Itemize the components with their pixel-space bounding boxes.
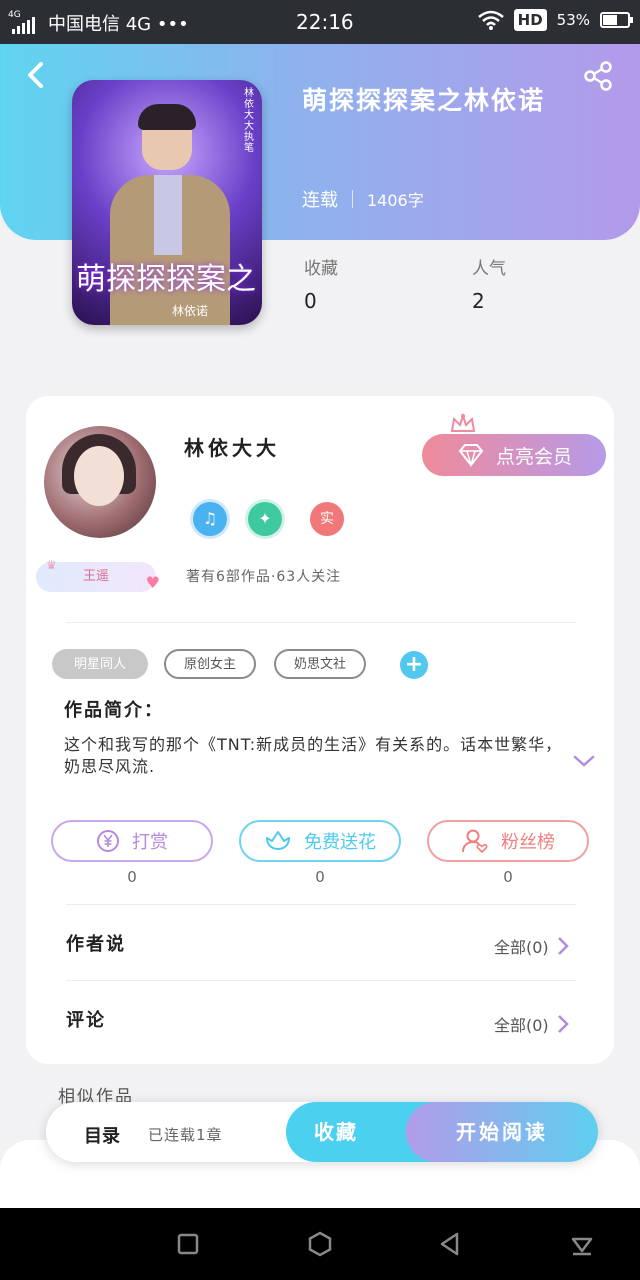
signal-icon: 4G (8, 10, 42, 34)
system-nav-bar (0, 1208, 640, 1280)
crown-icon: ♛ (46, 558, 57, 572)
author-name[interactable]: 林依大大 (184, 432, 280, 461)
comments-link[interactable]: 全部(0) (494, 1012, 569, 1036)
divider (66, 622, 576, 623)
vip-button-label: 点亮会员 (495, 445, 572, 468)
intro-text: 这个和我写的那个《TNT:新成员的生活》有关系的。话本世繁华，奶思尽风流. (64, 735, 563, 776)
home-icon[interactable] (306, 1230, 334, 1258)
tip-button-label: 打赏 (132, 832, 168, 853)
stat-label: 收藏 (304, 259, 338, 279)
back-nav-icon[interactable] (436, 1230, 464, 1258)
crown-icon (450, 413, 476, 432)
book-meta: 连载 1406字 (302, 186, 424, 212)
chevron-right-icon (557, 1015, 569, 1033)
tip-count: 0 (127, 868, 137, 886)
back-arrow-icon[interactable] (22, 60, 52, 90)
send-flower-button[interactable]: 免费送花 (239, 820, 401, 862)
stat-label: 人气 (472, 259, 506, 279)
tag-chip[interactable]: 原创女主 (164, 649, 256, 679)
fan-icon (462, 829, 488, 854)
handshake-icon[interactable]: ✦ (248, 502, 282, 536)
stat-value: 2 (472, 289, 485, 313)
vip-button[interactable]: 点亮会员 (422, 434, 606, 476)
intro-title: 作品简介： (64, 700, 164, 721)
author-notes-link[interactable]: 全部(0) (494, 934, 569, 958)
author-avatar[interactable] (44, 426, 156, 538)
yuan-icon (97, 830, 119, 852)
battery-percent: 53% (556, 11, 590, 29)
chevron-right-icon (557, 937, 569, 955)
tag-chip[interactable]: 明星同人 (52, 649, 148, 679)
tip-button[interactable]: 打赏 (51, 820, 213, 862)
music-note-icon[interactable]: ♫ (193, 502, 227, 536)
meta-divider (352, 190, 353, 208)
flower-icon (266, 831, 290, 850)
heart-icon: ♥ (145, 573, 160, 592)
toc-status: 已连载1章 (148, 1126, 223, 1144)
fan-count: 0 (503, 868, 513, 886)
flower-count: 0 (315, 868, 325, 886)
wifi-icon (477, 10, 504, 30)
fan-ranking-label: 粉丝榜 (501, 832, 555, 853)
tag-chip[interactable]: 奶思文社 (274, 649, 366, 679)
stat-value: 0 (304, 289, 317, 313)
author-title-badge: ♛ 王遥 ♥ (36, 558, 160, 592)
diamond-icon (458, 444, 484, 467)
send-flower-label: 免费送花 (304, 832, 376, 853)
fan-ranking-button[interactable]: 粉丝榜 (427, 820, 589, 862)
dropdown-nav-icon[interactable] (568, 1230, 596, 1258)
recent-apps-icon[interactable] (174, 1230, 202, 1258)
real-name-icon[interactable]: 实 (310, 502, 344, 536)
hd-badge: HD (513, 9, 547, 31)
add-tag-button[interactable]: + (400, 651, 428, 679)
stat-favorites: 收藏 0 (304, 254, 338, 313)
chevron-down-icon[interactable] (572, 752, 596, 770)
status-bar: 4G 中国电信 4G ••• 22:16 HD 53% (0, 0, 640, 44)
author-summary: 著有6部作品·63人关注 (186, 569, 342, 585)
cover-author: 林依诺 (172, 304, 209, 318)
serial-status: 连载 (302, 190, 338, 211)
clock: 22:16 (296, 10, 354, 34)
toc-button[interactable]: 目录 (84, 1122, 120, 1148)
cover-vertical-text: 林依大大 执笔 (244, 88, 254, 154)
carrier-label: 中国电信 4G ••• (48, 14, 189, 35)
book-cover[interactable]: 林依大大 执笔 萌探探探案之 林依诺 (72, 80, 262, 325)
divider (66, 904, 576, 905)
author-notes-title: 作者说 (66, 934, 126, 955)
stat-popularity: 人气 2 (472, 254, 506, 313)
word-count: 1406字 (367, 191, 424, 210)
book-title: 萌探探探案之林依诺 (302, 86, 546, 115)
comments-title: 评论 (66, 1010, 106, 1031)
divider (66, 980, 576, 981)
cover-title: 萌探探探案之 (76, 262, 256, 297)
start-reading-button[interactable]: 开始阅读 (406, 1102, 598, 1162)
battery-icon (600, 12, 633, 28)
